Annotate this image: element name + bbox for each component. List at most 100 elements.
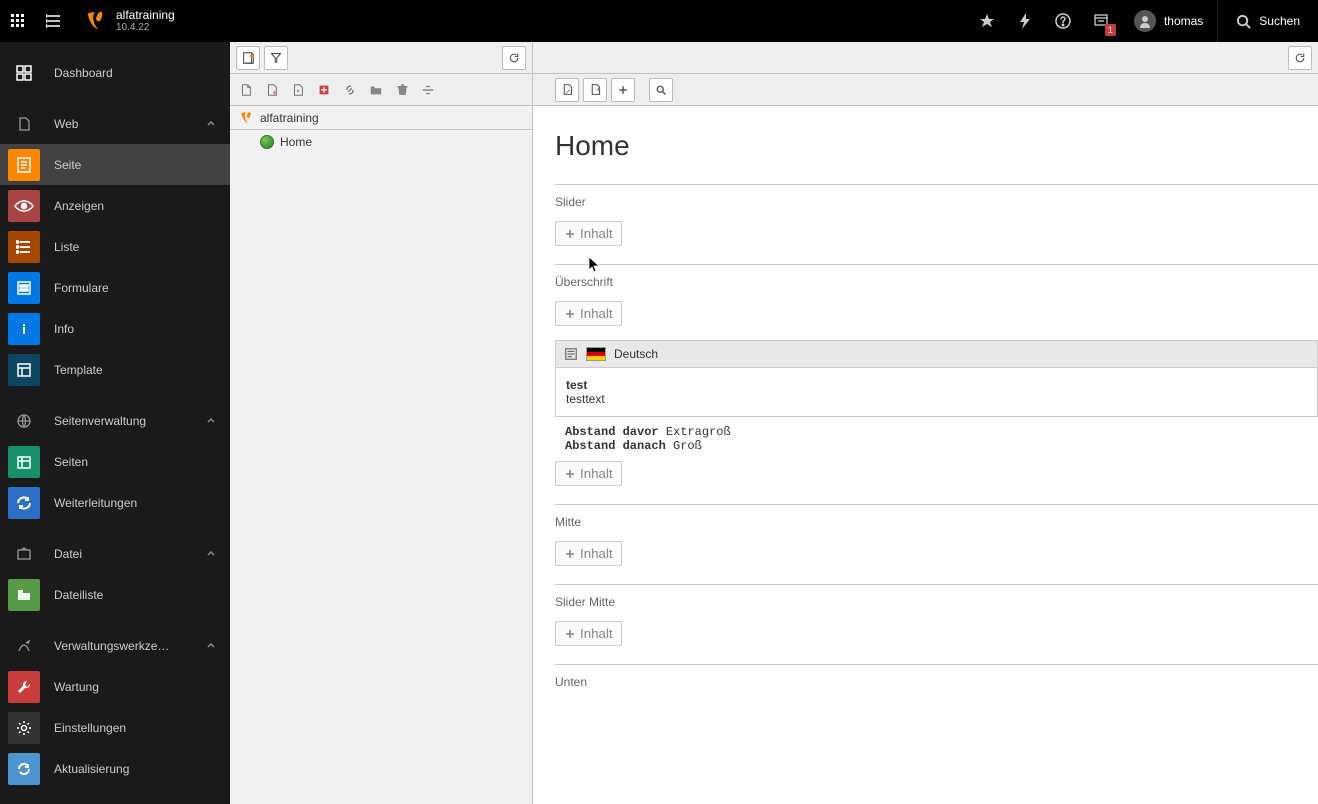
module-item[interactable]: Anzeigen (0, 185, 230, 226)
module-item[interactable]: Template (0, 349, 230, 390)
module-item[interactable]: Wartung (0, 666, 230, 707)
brand[interactable]: alfatraining 10.4.22 (72, 8, 187, 34)
page-tree-column: alfatraining Home (230, 42, 533, 804)
ic-update-icon (8, 753, 40, 785)
add-content-button[interactable]: Inhalt (555, 461, 622, 486)
doc-toolbar (533, 74, 1318, 106)
mount-doc-icon[interactable] (314, 80, 334, 100)
page-tree: alfatraining Home (230, 106, 532, 156)
chevron-down-icon (206, 641, 216, 651)
zone-header: Slider (555, 185, 1318, 221)
ic-maint-icon (8, 671, 40, 703)
locked-doc-icon[interactable] (262, 80, 282, 100)
page-title: Home (533, 106, 1318, 184)
notifications-icon[interactable]: 1 (1082, 0, 1120, 42)
tree-page-label: Home (280, 135, 312, 149)
dashboard-icon (8, 57, 40, 89)
module-item[interactable]: Einstellungen (0, 707, 230, 748)
modules-grid-icon[interactable] (0, 0, 36, 42)
module-dashboard[interactable]: Dashboard (0, 52, 230, 93)
list-view-icon[interactable] (36, 0, 72, 42)
divider-icon[interactable] (418, 80, 438, 100)
module-item[interactable]: Formulare (0, 267, 230, 308)
notification-badge: 1 (1105, 24, 1116, 36)
add-content-button[interactable]: Inhalt (555, 541, 622, 566)
search-button[interactable]: Suchen (1217, 0, 1318, 42)
trash-icon[interactable] (392, 80, 412, 100)
content-toolbar-top (533, 42, 1318, 74)
zone-mitte: Mitte Inhalt (555, 504, 1318, 584)
module-menu: Dashboard WebSeiteAnzeigenListeFormulare… (0, 42, 230, 804)
topbar: alfatraining 10.4.22 1 thomas Suchen (0, 0, 1318, 42)
module-item[interactable]: Weiterleitungen (0, 482, 230, 523)
zone-unten: Unten (555, 664, 1318, 715)
module-group-header[interactable]: Seitenverwaltung (0, 400, 230, 441)
group-icon (8, 630, 40, 662)
ic-files-icon (8, 579, 40, 611)
folder-icon[interactable] (366, 80, 386, 100)
add-content-button[interactable]: Inhalt (555, 301, 622, 326)
zone-header: Mitte (555, 505, 1318, 541)
module-item[interactable]: Info (0, 308, 230, 349)
ce-spacing: Abstand davor Extragroß Abstand danach G… (555, 417, 1318, 461)
ic-info-icon (8, 313, 40, 345)
username: thomas (1164, 14, 1203, 28)
new-page-button[interactable] (236, 46, 260, 70)
tree-root[interactable]: alfatraining (230, 110, 532, 130)
shortcut-doc-icon[interactable] (288, 80, 308, 100)
plus-icon (564, 628, 576, 640)
typo3-icon (238, 110, 254, 126)
ic-temp-icon (8, 354, 40, 386)
chevron-down-icon (206, 549, 216, 559)
content-element-body[interactable]: test testtext (555, 368, 1318, 417)
module-item[interactable]: Liste (0, 226, 230, 267)
plus-icon (564, 468, 576, 480)
add-record-button[interactable] (611, 78, 635, 102)
globe-icon (260, 135, 274, 149)
add-content-button[interactable]: Inhalt (555, 221, 622, 246)
module-item[interactable]: Seite (0, 144, 230, 185)
tree-page-home[interactable]: Home (230, 132, 532, 152)
ce-text: testtext (566, 392, 1307, 406)
flash-icon[interactable] (1006, 0, 1044, 42)
chevron-down-icon (206, 119, 216, 129)
avatar-icon (1134, 10, 1156, 32)
ic-view-icon (8, 190, 40, 222)
module-item[interactable]: Dateiliste (0, 574, 230, 615)
ce-title: test (566, 378, 1307, 392)
module-group-header[interactable]: Verwaltungswerkze… (0, 625, 230, 666)
refresh-tree-button[interactable] (502, 46, 526, 70)
refresh-content-button[interactable] (1288, 46, 1312, 70)
content-element-header[interactable]: Deutsch (555, 340, 1318, 368)
edit-page-button[interactable] (555, 78, 579, 102)
link-icon[interactable] (340, 80, 360, 100)
help-icon[interactable] (1044, 0, 1082, 42)
doc-search-button[interactable] (649, 78, 673, 102)
export-page-button[interactable] (583, 78, 607, 102)
content-column: Home Slider Inhalt Überschrift Inhalt De… (533, 42, 1318, 804)
plus-icon (564, 548, 576, 560)
ic-list-icon (8, 231, 40, 263)
zone-slider: Slider Inhalt (555, 184, 1318, 264)
user-menu[interactable]: thomas (1120, 10, 1217, 32)
new-doc-icon[interactable] (236, 80, 256, 100)
ic-settings-icon (8, 712, 40, 744)
text-element-icon (564, 347, 578, 361)
tree-toolbar-top (230, 42, 532, 74)
german-flag-icon (586, 347, 606, 361)
bookmark-icon[interactable] (968, 0, 1006, 42)
group-icon (8, 538, 40, 570)
ce-language: Deutsch (614, 347, 658, 361)
module-group-header[interactable]: Web (0, 103, 230, 144)
zone-slider-mitte: Slider Mitte Inhalt (555, 584, 1318, 664)
module-item[interactable]: Aktualisierung (0, 748, 230, 789)
module-group-header[interactable]: Datei (0, 533, 230, 574)
tree-toolbar-actions (230, 74, 532, 106)
chevron-down-icon (206, 416, 216, 426)
filter-button[interactable] (264, 46, 288, 70)
add-content-button[interactable]: Inhalt (555, 621, 622, 646)
version: 10.4.22 (116, 22, 175, 34)
group-icon (8, 405, 40, 437)
module-item[interactable]: Seiten (0, 441, 230, 482)
typo3-logo-icon (84, 10, 106, 32)
